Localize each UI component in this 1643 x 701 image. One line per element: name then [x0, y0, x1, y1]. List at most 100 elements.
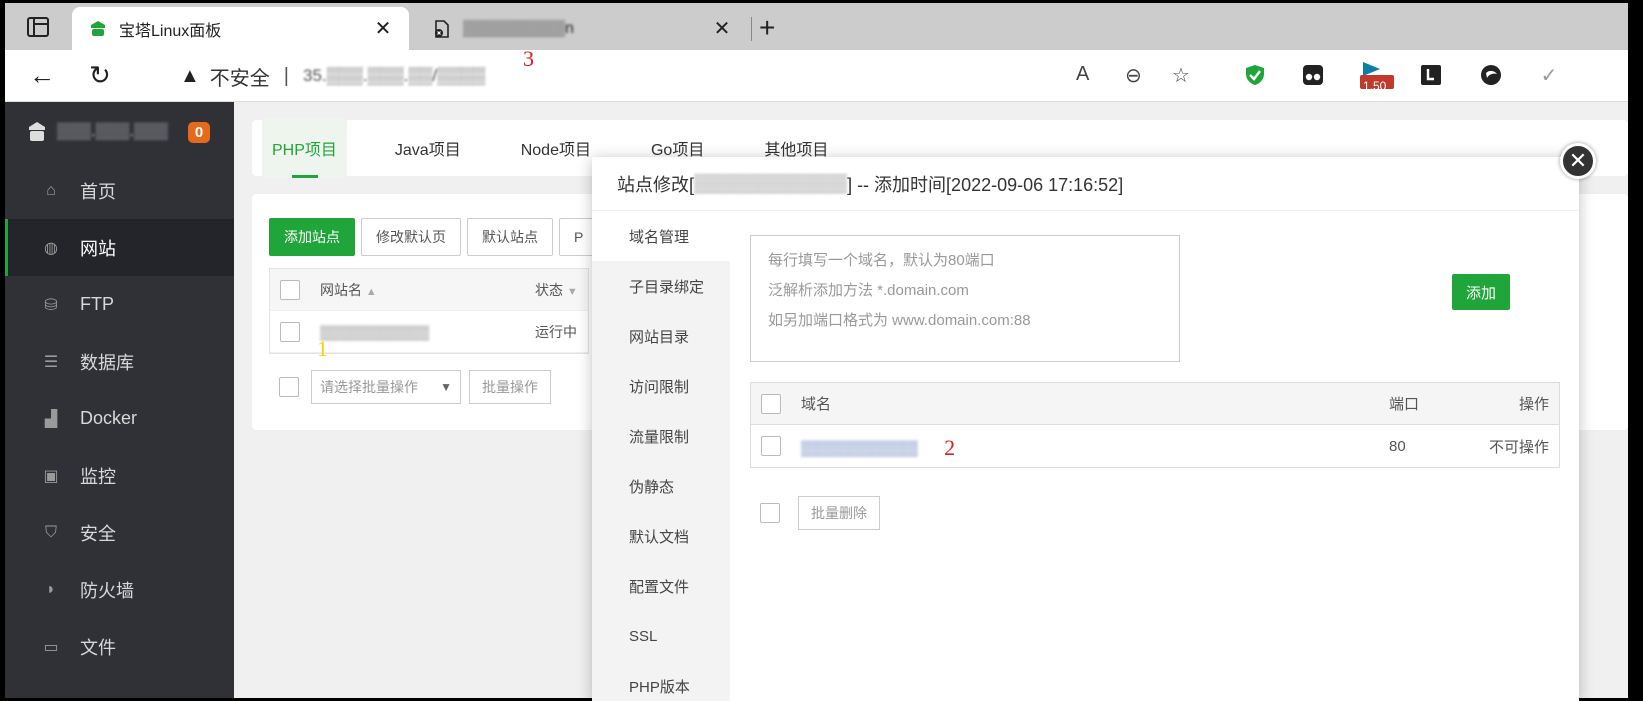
port-value: 80	[1389, 437, 1406, 455]
adguard-extension-icon[interactable]	[1243, 63, 1267, 87]
sidebar-item-label: FTP	[80, 294, 114, 314]
sidebar-item-files[interactable]: ▭ 文件	[5, 618, 234, 675]
menu-default-doc[interactable]: 默认文档	[592, 511, 730, 561]
tab-actions-icon[interactable]	[27, 17, 49, 37]
add-domain-button[interactable]: 添加	[1452, 274, 1510, 310]
baota-favicon-icon	[89, 20, 107, 38]
page-error-favicon-icon	[433, 19, 451, 38]
column-status[interactable]: 状态 ▼	[535, 280, 578, 300]
tab-title: 宝塔Linux面板	[119, 22, 222, 40]
tab-second[interactable]: ▒▒▒▒▒▒▒▒▒n ✕	[416, 7, 748, 50]
tab-close-icon[interactable]: ✕	[371, 16, 395, 41]
lighthouse-extension-icon[interactable]	[1419, 63, 1443, 87]
refresh-icon[interactable]: ↻	[89, 60, 111, 90]
modal-title-suffix: ] -- 添加时间[2022-09-06 17:16:52]	[847, 174, 1124, 195]
domain-textarea[interactable]: 每行填写一个域名，默认为80端口 泛解析添加方法 *.domain.com 如另…	[750, 235, 1180, 362]
folder-icon: ▭	[43, 638, 59, 656]
row-checkbox[interactable]	[280, 321, 300, 342]
domain-table: 域名 端口 操作 ▒▒▒▒▒▒▒▒▒▒▒ 2 80 不可操作	[750, 382, 1560, 468]
column-port: 端口	[1389, 396, 1420, 413]
sidebar-item-ftp[interactable]: ⛁ FTP	[5, 276, 234, 333]
batch-delete-button[interactable]: 批量删除	[798, 496, 880, 530]
warning-icon[interactable]: ▲	[180, 65, 200, 88]
read-aloud-icon[interactable]: A	[1076, 63, 1089, 86]
checkmark-icon[interactable]: ✓	[1537, 63, 1561, 87]
edit-default-page-button[interactable]: 修改默认页	[361, 218, 461, 256]
menu-rewrite[interactable]: 伪静态	[592, 461, 730, 511]
insecure-label[interactable]: 不安全	[210, 62, 270, 91]
tab-close-icon[interactable]: ✕	[710, 16, 734, 41]
speed-badge: 1.50	[1363, 79, 1387, 93]
back-icon[interactable]: ←	[29, 60, 55, 90]
menu-php-version[interactable]: PHP版本	[592, 661, 730, 701]
sidebar-item-label: 文件	[80, 637, 116, 658]
sidebar-item-firewall[interactable]: ◗ 防火墙	[5, 561, 234, 618]
batch-delete-row: 批量删除	[750, 496, 880, 530]
annotation-1: 1	[317, 336, 328, 361]
modal-title-prefix: 站点修改[	[617, 174, 695, 195]
close-icon[interactable]: ✕	[1560, 143, 1596, 179]
default-site-button[interactable]: 默认站点	[467, 218, 553, 256]
menu-ssl[interactable]: SSL	[592, 611, 730, 661]
site-status[interactable]: 运行中	[535, 322, 577, 342]
home-icon: ⌂	[46, 181, 56, 199]
domain-link[interactable]: ▒▒▒▒▒▒▒▒▒▒▒	[801, 440, 918, 457]
add-site-button[interactable]: 添加站点	[269, 218, 355, 256]
sidebar-item-label: 安全	[80, 523, 116, 544]
sidebar-item-label: 防火墙	[80, 580, 134, 601]
tab-java[interactable]: Java项目	[395, 136, 461, 160]
column-label: 网站名	[320, 281, 362, 298]
address-separator: |	[283, 64, 289, 87]
select-all-checkbox[interactable]	[761, 393, 781, 414]
tab-bar: 宝塔Linux面板 ✕ ▒▒▒▒▒▒▒▒▒n ✕ +	[5, 3, 1628, 50]
baota-logo-icon	[29, 122, 45, 141]
address-bar[interactable]: ▲ 不安全 | 35.▒▒▒.▒▒▒.▒▒/▒▒▒▒	[150, 55, 1270, 97]
column-sitename[interactable]: 网站名 ▲	[320, 280, 535, 300]
tab-baota[interactable]: 宝塔Linux面板 ✕	[72, 7, 409, 50]
tab-php[interactable]: PHP项目	[262, 118, 347, 178]
browser-toolbar: ← ↻ ▲ 不安全 | 35.▒▒▒.▒▒▒.▒▒/▒▒▒▒ A ⊖ ☆ 1.5…	[5, 50, 1628, 102]
sidebar-item-docker[interactable]: ▟ Docker	[5, 390, 234, 447]
table-header: 域名 端口 操作	[751, 383, 1559, 425]
menu-domain-manage[interactable]: 域名管理	[592, 211, 730, 261]
sidebar-item-monitor[interactable]: ▣ 监控	[5, 447, 234, 504]
new-tab-icon[interactable]: +	[759, 12, 775, 44]
row-checkbox[interactable]	[761, 436, 781, 456]
action-value: 不可操作	[1488, 438, 1549, 456]
zoom-out-icon[interactable]: ⊖	[1125, 63, 1142, 88]
shield-icon: ⛉	[44, 523, 57, 541]
sidebar-item-label: 数据库	[80, 352, 134, 373]
menu-config-file[interactable]: 配置文件	[592, 561, 730, 611]
favorite-add-icon[interactable]: ☆	[1172, 63, 1190, 88]
select-all-checkbox[interactable]	[280, 279, 300, 300]
menu-site-directory[interactable]: 网站目录	[592, 311, 730, 361]
speed-extension-icon[interactable]: 1.50	[1360, 62, 1394, 93]
textarea-hint: 泛解析添加方法 *.domain.com	[768, 282, 969, 299]
menu-access-limit[interactable]: 访问限制	[592, 361, 730, 411]
tampermonkey-extension-icon[interactable]	[1301, 63, 1325, 87]
database-icon: ☰	[43, 353, 59, 371]
chevron-down-icon: ▼	[566, 285, 578, 298]
batch-delete-checkbox[interactable]	[760, 503, 780, 523]
modal-title-site: ▒▒▒▒▒▒▒▒▒▒▒▒	[694, 173, 848, 193]
profile-extension-icon[interactable]	[1479, 63, 1503, 87]
sidebar-item-database[interactable]: ☰ 数据库	[5, 333, 234, 390]
sidebar-header: ▒▒▒.▒▒▒.▒▒▒ 0	[5, 102, 234, 162]
menu-subdir-binding[interactable]: 子目录绑定	[592, 261, 730, 311]
server-host: ▒▒▒.▒▒▒.▒▒▒	[57, 123, 168, 140]
site-name-link[interactable]: ▒▒▒▒▒▒▒▒▒▒▒	[320, 324, 535, 340]
tab-node[interactable]: Node项目	[521, 136, 591, 160]
address-url[interactable]: 35.▒▒▒.▒▒▒.▒▒/▒▒▒▒	[303, 66, 485, 86]
batch-select-value: 请选择批量操作	[320, 379, 418, 395]
sidebar-item-home[interactable]: ⌂ 首页	[5, 162, 234, 219]
sidebar-item-website[interactable]: ◍ 网站	[5, 219, 234, 276]
alert-count-badge[interactable]: 0	[187, 121, 211, 143]
menu-traffic-limit[interactable]: 流量限制	[592, 411, 730, 461]
batch-apply-button[interactable]: 批量操作	[469, 370, 551, 404]
sidebar-item-label: Docker	[80, 408, 138, 428]
batch-checkbox[interactable]	[279, 377, 299, 397]
tab-title: ▒▒▒▒▒▒▒▒▒n	[463, 19, 574, 37]
table-row: ▒▒▒▒▒▒▒▒▒▒▒ 2 80 不可操作	[751, 425, 1559, 467]
sidebar-item-security[interactable]: ⛉ 安全	[5, 504, 234, 561]
batch-select[interactable]: 请选择批量操作 ▼	[311, 370, 461, 404]
